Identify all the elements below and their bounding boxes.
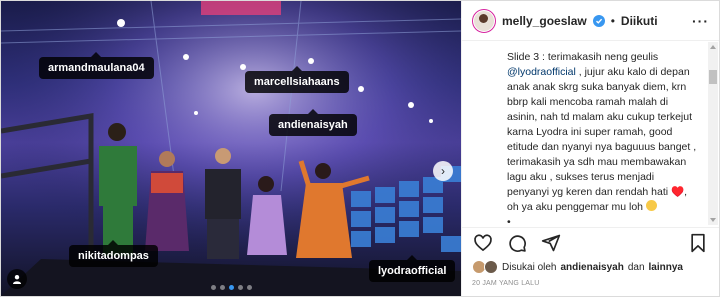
user-icon — [13, 275, 21, 284]
carousel-dot — [237, 285, 243, 290]
like-button[interactable] — [472, 232, 494, 254]
separator-dot: • — [610, 13, 615, 28]
mention-link[interactable]: @lyodraofficial — [507, 66, 576, 78]
comments-scrollbar[interactable] — [708, 42, 718, 225]
liker-username-link[interactable]: andienaisyah — [560, 262, 623, 273]
chevron-right-icon: › — [441, 164, 445, 178]
username-link[interactable]: melly_goeslaw — [502, 14, 587, 28]
photo-tag-armandmaulana04[interactable]: armandmaulana04 — [39, 52, 154, 79]
comment-button[interactable] — [506, 232, 528, 254]
scroll-up-arrow-icon[interactable] — [708, 42, 718, 52]
likes-summary: Disukai oleh andienaisyah dan lainnya — [472, 258, 709, 276]
caption-trailing: • — [507, 216, 511, 225]
caption-text: , jujur aku kalo di depan anak anak skrg… — [507, 66, 697, 213]
carousel-dot — [210, 285, 216, 290]
carousel-dot-active — [228, 285, 234, 290]
carousel-dot — [219, 285, 225, 290]
caption-text: Slide 3 : terimakasih neng geulis — [507, 51, 659, 63]
post-photo[interactable]: armandmaulana04 marcellsiahaans andienai… — [1, 1, 461, 296]
scroll-down-arrow-icon[interactable] — [708, 215, 718, 225]
scrollbar-thumb[interactable] — [709, 70, 717, 84]
post-caption: Slide 3 : terimakasih neng geulis @lyodr… — [507, 50, 697, 215]
carousel-indicator — [1, 285, 461, 290]
verified-badge-icon — [592, 14, 605, 27]
instagram-post: armandmaulana04 marcellsiahaans andienai… — [0, 0, 720, 297]
more-options-icon[interactable]: ··· — [692, 13, 709, 29]
comment-icon — [509, 234, 526, 252]
heart-icon — [474, 233, 492, 251]
share-button[interactable] — [540, 232, 562, 254]
bookmark-icon — [691, 233, 705, 252]
post-side-panel: melly_goeslaw • Diikuti ··· Slide 3 : te… — [461, 1, 719, 296]
send-icon — [541, 234, 561, 251]
avatar[interactable] — [472, 8, 496, 33]
save-button[interactable] — [687, 232, 709, 254]
post-header: melly_goeslaw • Diikuti ··· — [462, 1, 719, 41]
carousel-dot — [246, 285, 252, 290]
photo-tag-lyodraofficial[interactable]: lyodraofficial — [369, 255, 456, 282]
post-actions — [462, 227, 719, 257]
liker-avatar[interactable] — [484, 260, 498, 274]
post-timestamp[interactable]: 20 JAM YANG LALU — [472, 280, 540, 287]
following-button[interactable]: Diikuti — [621, 14, 658, 28]
likes-prefix: Disukai oleh — [502, 261, 557, 273]
smiling-face-emoji-icon — [645, 200, 657, 211]
photo-tag-marcellsiahaans[interactable]: marcellsiahaans — [245, 66, 349, 93]
photo-tag-nikitadompas[interactable]: nikitadompas — [69, 240, 158, 267]
likes-others-link[interactable]: lainnya — [649, 262, 683, 273]
carousel-next-button[interactable]: › — [433, 161, 453, 181]
caption-area: Slide 3 : terimakasih neng geulis @lyodr… — [462, 42, 707, 225]
photo-tag-andienaisyah[interactable]: andienaisyah — [269, 109, 357, 136]
likes-middle: dan — [627, 261, 645, 273]
